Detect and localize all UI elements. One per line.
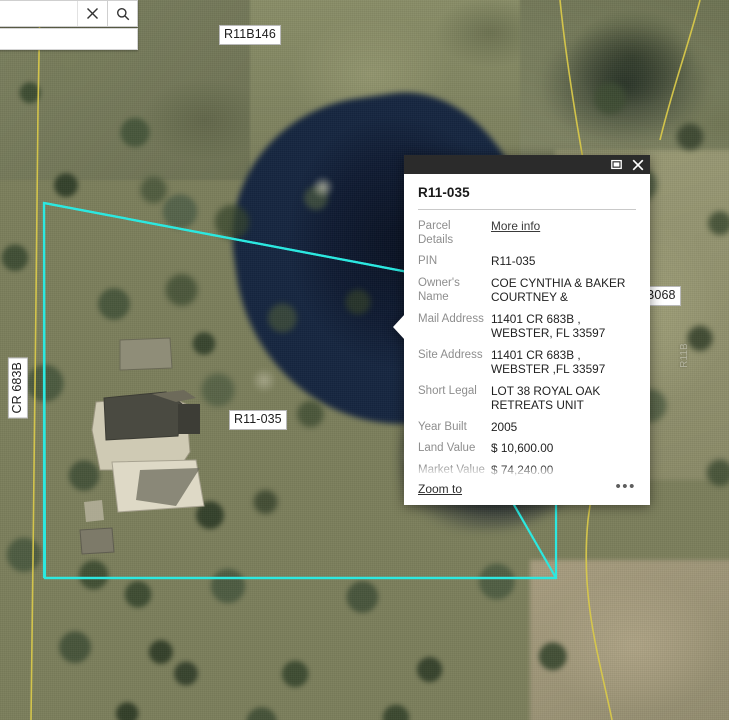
attribute-label: Market Value [418,463,485,476]
popup-footer: Zoom to ••• [404,479,650,506]
clear-search-button[interactable] [77,1,107,26]
attribute-label: Parcel Details [418,220,454,247]
attribute-label: Year Built [418,420,467,433]
attribute-row: Parcel Details More info [418,219,640,247]
attribute-value: 11401 CR 683B , WEBSTER ,FL 33597 [491,347,606,377]
map-application: CR 683B R11B146 B068 R11-035 R11B for R1… [0,0,729,720]
popup-attribute-list: Parcel Details More info PIN R11-035 Own… [404,210,650,477]
attribute-value: 11401 CR 683B , WEBSTER, FL 33597 [491,311,606,341]
zoom-to-link[interactable]: Zoom to [418,482,462,496]
popup-maximize-button[interactable] [609,157,624,172]
attribute-row: Mail Address 11401 CR 683B , WEBSTER, FL… [418,312,640,341]
attribute-row: Land Value $ 10,600.00 [418,441,640,456]
search-suggestion-item[interactable]: for R11-035 [0,28,138,50]
attribute-value: $ 74,240.00 [491,462,554,477]
attribute-label: Mail Address [418,312,484,325]
popup-title: R11-035 [418,185,470,200]
search-widget: for R11-035 [0,0,138,50]
tree-canopy [0,40,270,700]
maximize-icon [611,159,622,170]
search-icon [116,7,129,20]
close-icon [632,159,643,170]
attribute-row: Year Built 2005 [418,420,640,435]
tree-canopy [60,520,620,720]
map-label-road: CR 683B [7,357,28,419]
tree-canopy [120,150,400,550]
attribute-value: R11-035 [491,254,536,269]
search-box[interactable] [0,0,138,27]
attribute-row: PIN R11-035 [418,254,640,269]
attribute-row: Short Legal LOT 38 ROYAL OAK RETREATS UN… [418,384,640,413]
close-icon [87,8,98,19]
popup-close-button[interactable] [630,157,645,172]
search-input[interactable] [0,1,77,26]
attribute-label: Land Value [418,442,476,455]
attribute-label: Short Legal [418,384,477,397]
attribute-label: Owner's Name [418,276,460,303]
attribute-value: 2005 [491,419,518,434]
map-label-parcel-r11b146: R11B146 [219,25,281,45]
map-label-parcel-faint: R11B [678,343,690,368]
search-submit-button[interactable] [107,1,137,26]
attribute-row: Site Address 11401 CR 683B , WEBSTER ,FL… [418,348,640,377]
popup-body: R11-035 Parcel Details More info PIN R11… [393,174,650,506]
attribute-value: LOT 38 ROYAL OAK RETREATS UNIT [491,383,601,413]
popup-menu-button[interactable]: ••• [615,479,636,496]
more-info-link[interactable]: More info [491,219,640,234]
popup-pointer-tail [393,314,405,340]
attribute-row: Owner's Name COE CYNTHIA & BAKER COURTNE… [418,276,640,305]
attribute-label: Site Address [418,348,483,361]
attribute-label: PIN [418,255,438,268]
feature-popup: R11-035 Parcel Details More info PIN R11… [393,155,650,506]
attribute-value: $ 10,600.00 [491,441,554,456]
popup-titlebar [404,155,650,174]
map-label-parcel-r11-035: R11-035 [229,410,287,430]
terrain-region [530,560,729,720]
attribute-value: COE CYNTHIA & BAKER COURTNEY & [491,275,626,305]
attribute-row: Market Value $ 74,240.00 [418,463,640,478]
water-body [540,25,710,145]
